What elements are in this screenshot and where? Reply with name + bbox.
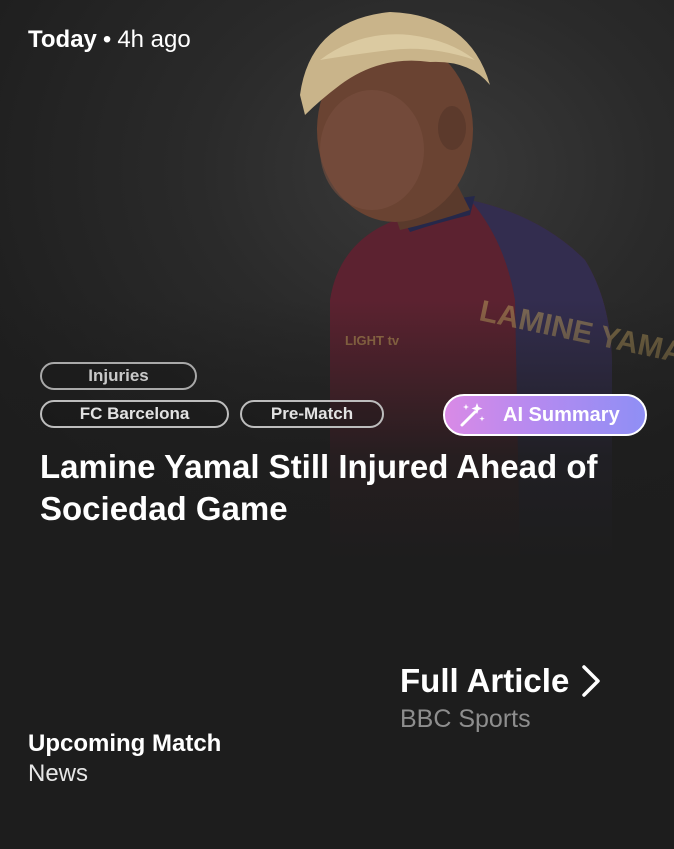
tag-fc-barcelona[interactable]: FC Barcelona bbox=[40, 400, 229, 428]
card-subtitle: News bbox=[28, 760, 89, 787]
publish-time: Today • 4h ago bbox=[28, 26, 191, 54]
chevron-right-icon bbox=[582, 665, 601, 697]
magic-wand-icon bbox=[460, 403, 485, 427]
article-source: BBC Sports bbox=[400, 705, 531, 733]
separator-dot: • bbox=[102, 26, 112, 53]
tag-injuries[interactable]: Injuries bbox=[40, 362, 197, 390]
publish-day: Today bbox=[28, 26, 97, 53]
article-headline[interactable]: Lamine Yamal Still Injured Ahead of Soci… bbox=[40, 446, 640, 530]
ai-summary-button[interactable]: AI Summary bbox=[443, 394, 647, 436]
tag-pre-match[interactable]: Pre-Match bbox=[240, 400, 384, 428]
time-ago: 4h ago bbox=[117, 26, 191, 53]
card-title: Upcoming Match bbox=[28, 730, 222, 757]
full-article-label: Full Article bbox=[400, 662, 570, 699]
full-article-link[interactable]: Full Article bbox=[400, 662, 603, 700]
ai-summary-label: AI Summary bbox=[503, 403, 620, 426]
